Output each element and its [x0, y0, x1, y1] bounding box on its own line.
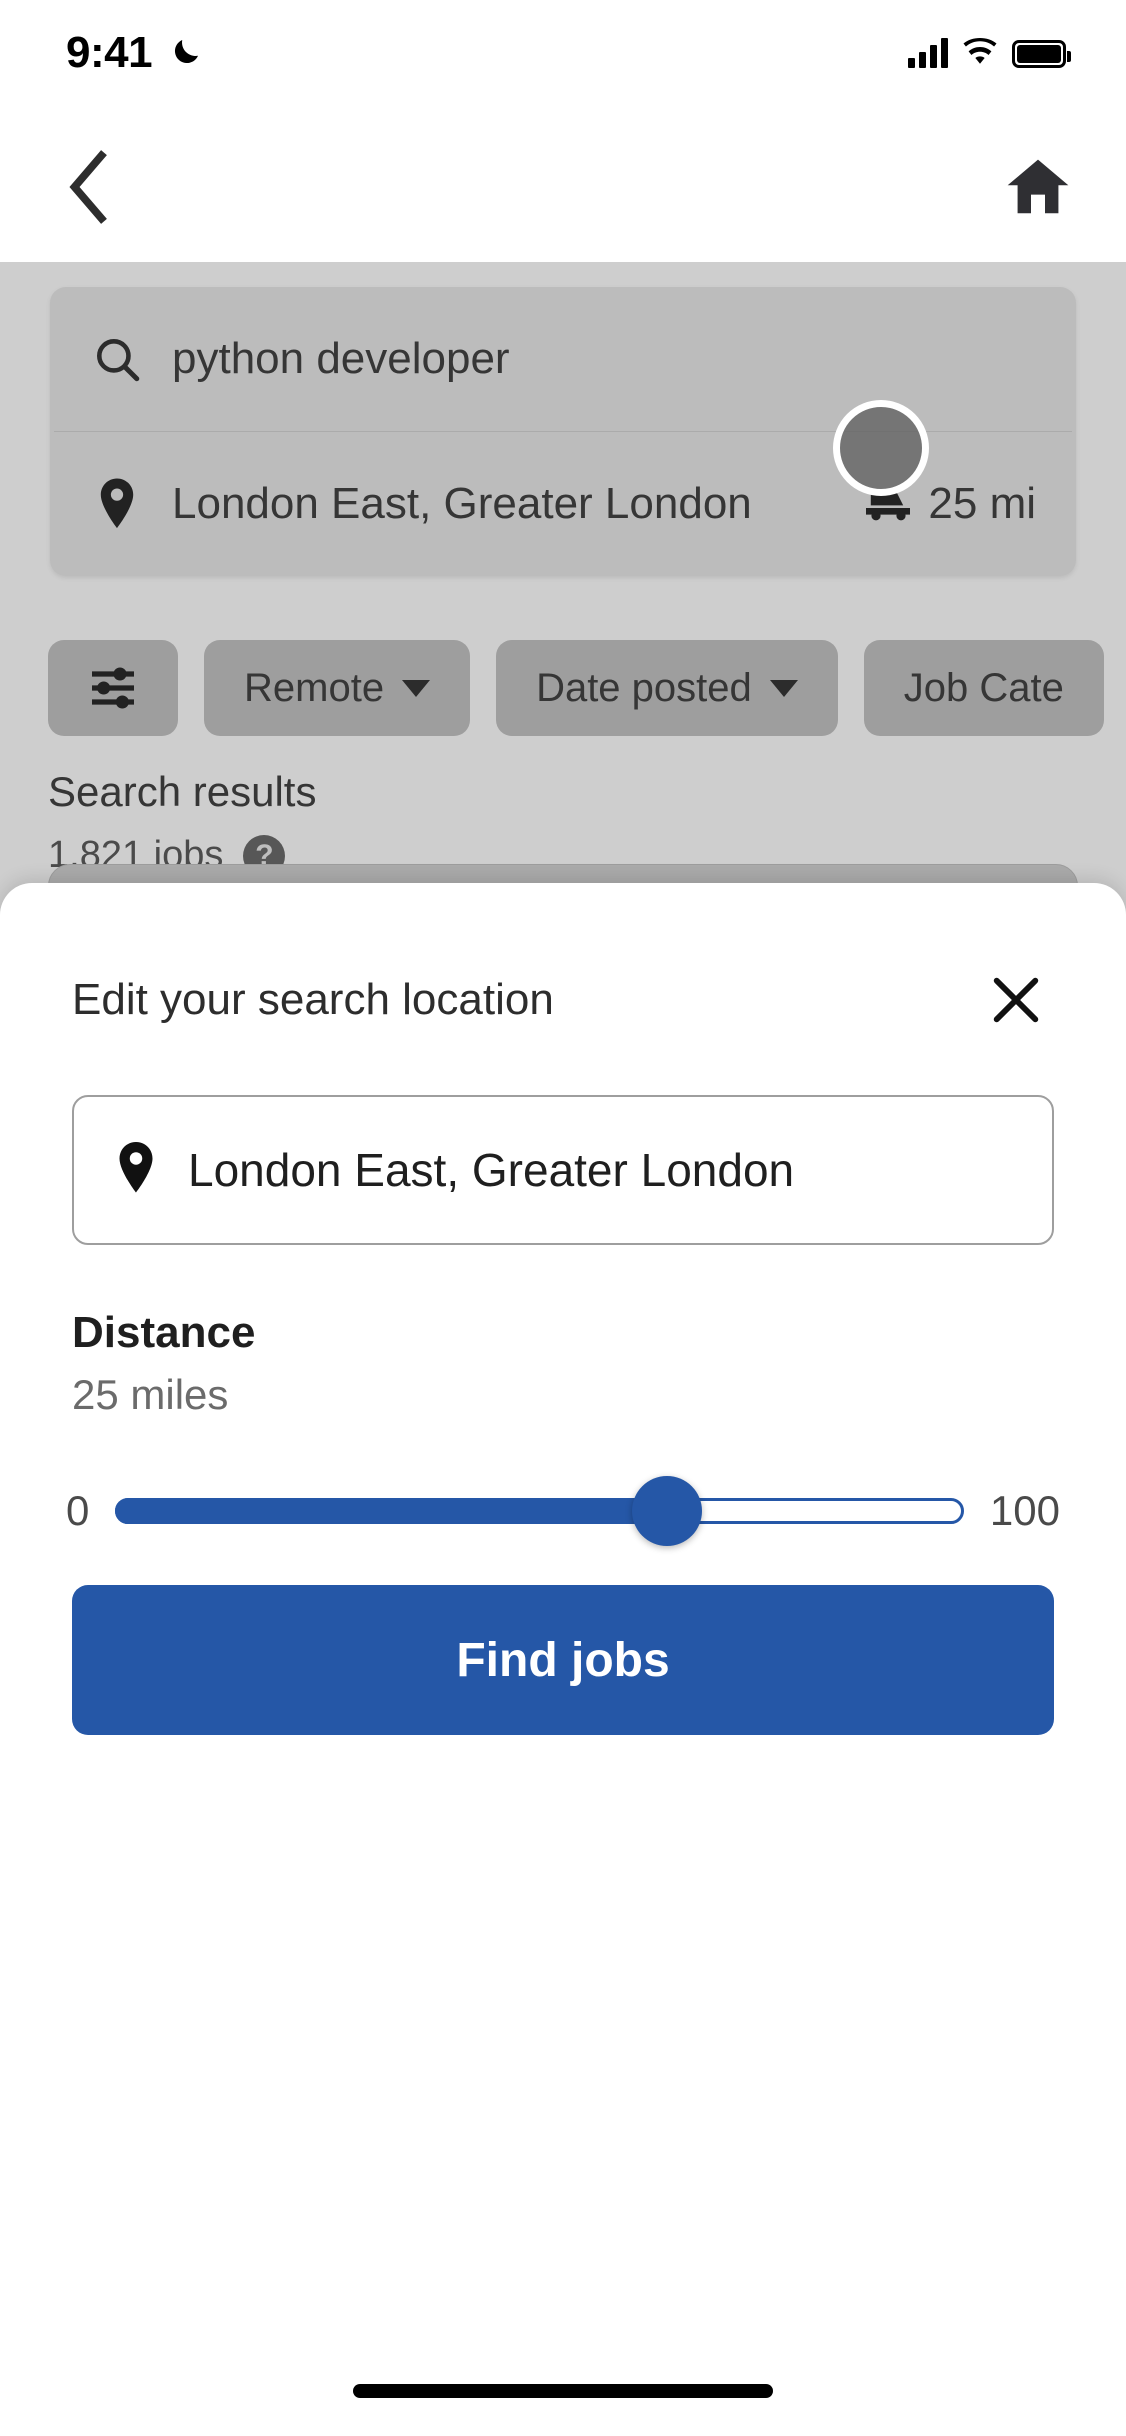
results-header: Search results 1,821 jobs ?	[48, 768, 316, 877]
search-location-value: London East, Greater London	[172, 479, 752, 528]
slider-fill	[115, 1498, 667, 1524]
filter-chip-remote-label: Remote	[244, 665, 385, 710]
chevron-down-icon	[402, 679, 431, 697]
phone-screen: 9:41 python developer London East, Great…	[0, 0, 1126, 2436]
slider-thumb[interactable]	[631, 1476, 702, 1546]
location-input-value: London East, Greater London	[188, 1144, 795, 1196]
find-jobs-button[interactable]: Find jobs	[72, 1585, 1054, 1735]
bottom-sheet-header: Edit your search location	[0, 945, 1126, 1055]
bottom-sheet-title: Edit your search location	[72, 975, 554, 1024]
filter-chip-job-category-label: Job Cate	[903, 665, 1064, 710]
nav-bar	[0, 105, 1126, 262]
distance-value: 25 miles	[72, 1371, 229, 1418]
distance-label: Distance	[72, 1308, 256, 1357]
tap-indicator	[833, 400, 929, 496]
location-pin-icon	[90, 477, 144, 531]
crescent-moon-icon	[174, 40, 198, 64]
search-radius-value: 25 mi	[928, 479, 1036, 528]
home-icon	[1007, 159, 1069, 214]
slider-min-label: 0	[66, 1487, 90, 1534]
cellular-signal-icon	[908, 38, 948, 68]
edit-location-bottom-sheet: Edit your search location London East, G…	[0, 883, 1126, 2436]
wifi-icon	[963, 38, 997, 64]
close-x-icon	[993, 977, 1039, 1023]
filter-chip-date-posted-label: Date posted	[536, 665, 752, 710]
results-title: Search results	[48, 768, 317, 815]
close-button[interactable]	[978, 962, 1054, 1038]
filter-chip-remote[interactable]: Remote	[204, 640, 471, 736]
home-button[interactable]	[998, 147, 1078, 227]
location-input[interactable]: London East, Greater London	[72, 1095, 1054, 1245]
distance-slider[interactable]	[115, 1461, 964, 1561]
filter-sliders-icon	[92, 667, 134, 709]
status-bar: 9:41	[0, 0, 1126, 105]
chevron-down-icon	[769, 679, 798, 697]
status-time: 9:41	[66, 28, 153, 77]
slider-max-label: 100	[989, 1487, 1060, 1534]
back-button[interactable]	[48, 147, 128, 227]
filter-chip-job-category[interactable]: Job Cate	[863, 640, 1104, 736]
home-indicator	[353, 2384, 773, 2398]
status-indicators	[908, 32, 1071, 68]
back-chevron-icon	[69, 150, 107, 224]
filter-chip-row: Remote Date posted Job Cate	[48, 640, 1104, 736]
distance-slider-row: 0 100	[66, 1461, 1060, 1561]
search-query-value: python developer	[172, 334, 510, 383]
location-pin-icon	[114, 1140, 158, 1201]
search-query-row[interactable]: python developer	[50, 287, 1076, 431]
battery-full-icon	[1012, 40, 1071, 68]
search-icon	[90, 334, 144, 384]
filter-tune-button[interactable]	[48, 640, 178, 736]
filter-chip-date-posted[interactable]: Date posted	[496, 640, 838, 736]
